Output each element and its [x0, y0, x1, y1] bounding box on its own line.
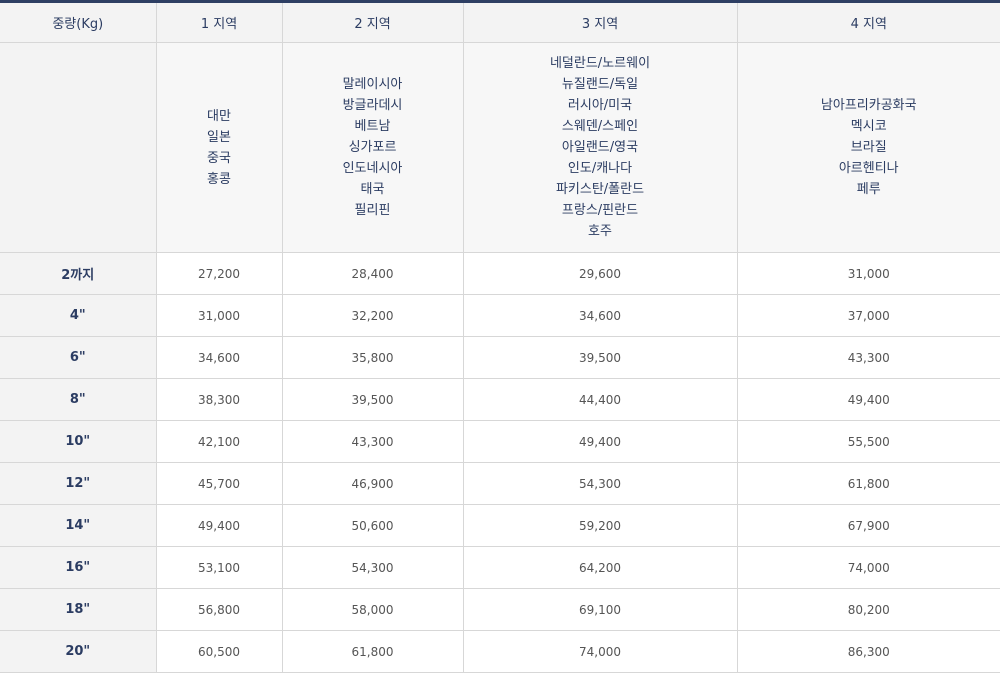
zone-4-price-cell: 67,900 — [736, 504, 1000, 547]
weight-cell: 16" — [0, 546, 157, 589]
zone-4-price-cell: 37,000 — [736, 294, 1000, 337]
country-name: 러시아/미국 — [567, 98, 633, 113]
country-name: 싱가포르 — [348, 140, 397, 155]
country-name: 필리핀 — [354, 203, 391, 218]
country-name: 스웨덴/스페인 — [561, 119, 639, 134]
weight-cell: 20" — [0, 630, 157, 673]
weight-cell: 4" — [0, 294, 157, 337]
zone-3-price-cell: 54,300 — [462, 462, 738, 505]
zone-2-price-cell: 32,200 — [281, 294, 464, 337]
zone-2-price-cell: 50,600 — [281, 504, 464, 547]
country-name: 베트남 — [354, 119, 391, 134]
empty-weight-cell — [0, 42, 157, 253]
country-name: 파키스탄/폴란드 — [555, 182, 645, 197]
zone-3-price-cell: 69,100 — [462, 588, 738, 631]
zone-1-price-cell: 60,500 — [155, 630, 283, 673]
zone-4-price-cell: 31,000 — [736, 252, 1000, 295]
table-row: 18" 56,800 58,000 69,100 80,200 — [0, 588, 1000, 631]
country-name: 남아프리카공화국 — [820, 98, 917, 113]
zone-1-price-cell: 27,200 — [155, 252, 283, 295]
weight-cell: 12" — [0, 462, 157, 505]
zone-4-price-cell: 49,400 — [736, 378, 1000, 421]
zone-2-price-cell: 58,000 — [281, 588, 464, 631]
country-name: 중국 — [207, 150, 231, 166]
zone-4-price-cell: 55,500 — [736, 420, 1000, 463]
country-name: 프랑스/핀란드 — [561, 203, 639, 218]
zone-1-header: 1 지역 — [155, 1, 283, 43]
country-name: 방글라데시 — [342, 98, 403, 113]
table-row: 12" 45,700 46,900 54,300 61,800 — [0, 462, 1000, 505]
table-row: 8" 38,300 39,500 44,400 49,400 — [0, 378, 1000, 421]
zone-3-price-cell: 64,200 — [462, 546, 738, 589]
zone-4-price-cell: 74,000 — [736, 546, 1000, 589]
zone-1-price-cell: 38,300 — [155, 378, 283, 421]
zone-2-price-cell: 39,500 — [281, 378, 464, 421]
zone-3-price-cell: 49,400 — [462, 420, 738, 463]
zone-4-countries-cell: 남아프리카공화국멕시코브라질아르헨티나페루 — [736, 42, 1000, 253]
country-name: 네덜란드/노르웨이 — [549, 56, 651, 71]
zone-1-countries-cell: 대만일본중국홍콩 — [155, 42, 283, 253]
zone-2-price-cell: 28,400 — [281, 252, 464, 295]
zone-2-header: 2 지역 — [281, 1, 464, 43]
zone-3-countries-cell: 네덜란드/노르웨이뉴질랜드/독일러시아/미국스웨덴/스페인아일랜드/영국인도/캐… — [462, 42, 738, 253]
zone-1-price-cell: 31,000 — [155, 294, 283, 337]
zone-1-price-cell: 42,100 — [155, 420, 283, 463]
zone-2-price-cell: 35,800 — [281, 336, 464, 379]
zone-2-price-cell: 43,300 — [281, 420, 464, 463]
zone-2-price-cell: 46,900 — [281, 462, 464, 505]
weight-cell: 10" — [0, 420, 157, 463]
weight-cell: 18" — [0, 588, 157, 631]
country-name: 홍콩 — [207, 171, 231, 187]
table-row: 20" 60,500 61,800 74,000 86,300 — [0, 630, 1000, 673]
country-name: 멕시코 — [850, 119, 887, 134]
zone-1-price-cell: 49,400 — [155, 504, 283, 547]
country-name: 페루 — [856, 182, 881, 197]
zone-countries-row: 대만 일본 중국 홍콩 말레이시아 방글라데시 베트남 싱가포르 인도네시아 태국 필리핀 네덜란드/… — [0, 42, 1000, 253]
country-name: 인도네시아 — [342, 161, 403, 176]
zone-3-price-cell: 39,500 — [462, 336, 738, 379]
country-name: 뉴질랜드/독일 — [561, 77, 639, 92]
table-row: 14" 49,400 50,600 59,200 67,900 — [0, 504, 1000, 547]
zone-1-price-cell: 45,700 — [155, 462, 283, 505]
zone-3-header: 3 지역 — [462, 1, 738, 43]
zone-2-price-cell: 54,300 — [281, 546, 464, 589]
table-row: 4" 31,000 32,200 34,600 37,000 — [0, 294, 1000, 337]
zone-3-price-cell: 44,400 — [462, 378, 738, 421]
table-row: 10" 42,100 43,300 49,400 55,500 — [0, 420, 1000, 463]
zone-2-countries-cell: 말레이시아방글라데시베트남싱가포르인도네시아태국필리핀 — [281, 42, 464, 253]
zone-1-price-cell: 56,800 — [155, 588, 283, 631]
weight-cell: 8" — [0, 378, 157, 421]
weight-header: 중량(Kg) — [0, 1, 157, 43]
country-name: 아일랜드/영국 — [561, 140, 639, 155]
country-name: 대만 — [207, 108, 231, 124]
zone-4-price-cell: 43,300 — [736, 336, 1000, 379]
table-header-row: 중량(Kg) 1 지역 2 지역 3 지역 4 지역 — [0, 1, 1000, 43]
country-name: 아르헨티나 — [838, 161, 899, 176]
zone-4-price-cell: 61,800 — [736, 462, 1000, 505]
table-row: 6" 34,600 35,800 39,500 43,300 — [0, 336, 1000, 379]
country-name: 호주 — [588, 224, 612, 239]
shipping-rate-table: 중량(Kg) 1 지역 2 지역 3 지역 4 지역 대만 일본 중국 홍콩 말레이시아… — [0, 0, 1000, 673]
zone-1-price-cell: 34,600 — [155, 336, 283, 379]
country-name: 말레이시아 — [342, 77, 403, 92]
zone-1-price-cell: 53,100 — [155, 546, 283, 589]
country-name: 브라질 — [850, 140, 887, 155]
weight-cell: 14" — [0, 504, 157, 547]
zone-3-price-cell: 59,200 — [462, 504, 738, 547]
table-row: 2까지 27,200 28,400 29,600 31,000 — [0, 252, 1000, 295]
zone-4-price-cell: 80,200 — [736, 588, 1000, 631]
zone-3-price-cell: 34,600 — [462, 294, 738, 337]
zone-3-price-cell: 74,000 — [462, 630, 738, 673]
table-row: 16" 53,100 54,300 64,200 74,000 — [0, 546, 1000, 589]
country-name: 인도/캐나다 — [567, 161, 633, 176]
zone-2-price-cell: 61,800 — [281, 630, 464, 673]
zone-4-price-cell: 86,300 — [736, 630, 1000, 673]
weight-cell: 2까지 — [0, 252, 157, 295]
zone-4-header: 4 지역 — [736, 1, 1000, 43]
weight-cell: 6" — [0, 336, 157, 379]
country-name: 태국 — [360, 182, 385, 197]
country-name: 일본 — [207, 129, 231, 145]
zone-3-price-cell: 29,600 — [462, 252, 738, 295]
